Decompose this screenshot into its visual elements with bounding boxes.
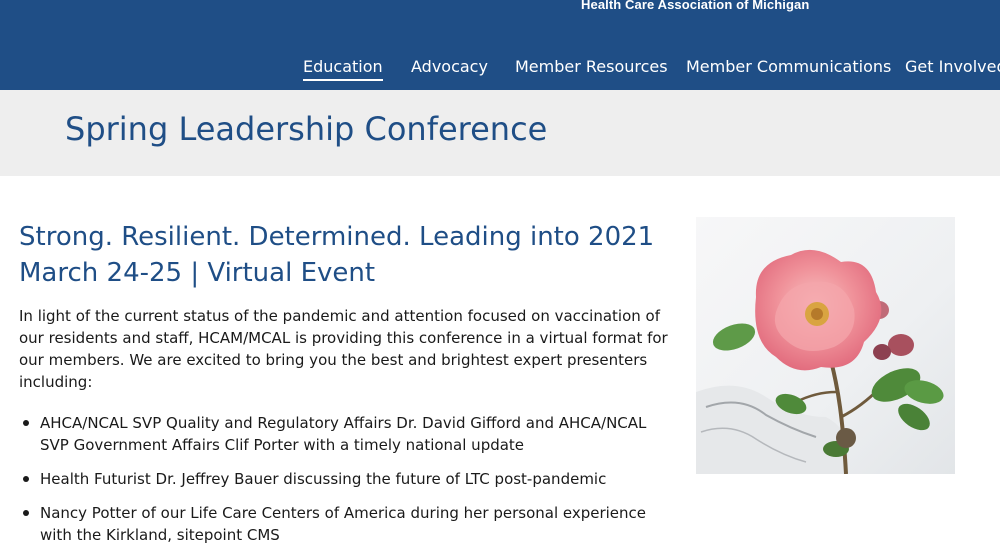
presenter-list: AHCA/NCAL SVP Quality and Regulatory Aff… <box>19 412 674 558</box>
nav-member-resources[interactable]: Member Resources <box>515 57 668 76</box>
presenter-item: AHCA/NCAL SVP Quality and Regulatory Aff… <box>19 412 674 456</box>
intro-paragraph: In light of the current status of the pa… <box>19 307 668 391</box>
event-date: March 24-25 | Virtual Event <box>19 258 376 288</box>
rose-photo <box>696 217 955 474</box>
nav-member-communications[interactable]: Member Communications <box>686 57 891 76</box>
org-name[interactable]: Health Care Association of Michigan <box>581 0 809 12</box>
nav-advocacy[interactable]: Advocacy <box>411 57 488 76</box>
nav-education[interactable]: Education <box>303 57 383 81</box>
presenter-item: Nancy Potter of our Life Care Centers of… <box>19 502 674 546</box>
page-title-band: Spring Leadership Conference <box>0 90 1000 176</box>
page-title: Spring Leadership Conference <box>65 110 548 148</box>
nav-get-involved[interactable]: Get Involved <box>905 57 1000 76</box>
event-tagline: Strong. Resilient. Determined. Leading i… <box>19 222 655 252</box>
presenter-item: Health Futurist Dr. Jeffrey Bauer discus… <box>19 468 674 490</box>
site-header: Health Care Association of Michigan Educ… <box>0 0 1000 90</box>
event-headline: Strong. Resilient. Determined. Leading i… <box>19 219 654 291</box>
